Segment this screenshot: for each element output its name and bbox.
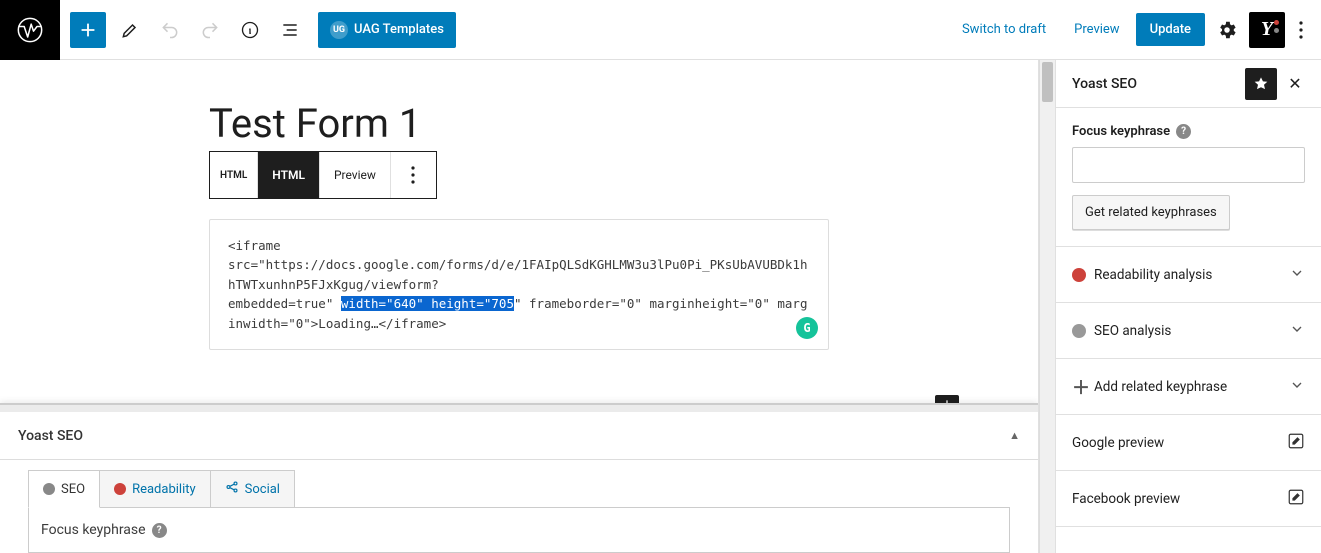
add-block-button[interactable] [70,12,106,48]
help-icon[interactable]: ? [1176,124,1191,139]
block-options-button[interactable] [390,152,436,198]
uag-badge-icon: UG [330,21,348,39]
focus-keyphrase-label: Focus keyphrase? [1072,124,1305,139]
more-options-button[interactable] [1289,21,1313,39]
redo-button[interactable] [192,12,228,48]
scrollbar-thumb[interactable] [1042,62,1053,102]
share-icon [225,480,239,498]
edit-icon [1287,432,1305,454]
status-bullet-icon [1072,324,1086,338]
code-text: <iframe [228,238,281,253]
preview-tab[interactable]: Preview [320,152,390,198]
switch-to-draft-button[interactable]: Switch to draft [950,14,1058,45]
outline-button[interactable] [272,12,308,48]
yoast-metabox: Yoast SEO ▲ SEO Readability Social Focus… [0,403,1038,553]
info-button[interactable] [232,12,268,48]
block-type-icon[interactable]: HTML [210,152,258,198]
sidebar-header: Yoast SEO ✕ [1056,60,1321,108]
sidebar-title: Yoast SEO [1072,76,1137,92]
pin-sidebar-button[interactable] [1245,68,1277,100]
code-text: embedded=true" [228,296,341,311]
uag-templates-button[interactable]: UG UAG Templates [318,12,456,48]
uag-label: UAG Templates [354,22,444,37]
code-text: src="https://docs.google.com/forms/d/e/1… [228,257,807,291]
yoast-pin-icon[interactable]: Y [1249,12,1285,48]
readability-tab[interactable]: Readability [100,470,211,508]
block-toolbar: HTML HTML Preview [209,151,437,199]
grammarly-icon[interactable]: G [796,317,818,339]
editor-content: Test Form 1 HTML HTML Preview <iframe sr… [109,60,929,350]
undo-button[interactable] [152,12,188,48]
get-related-keyphrases-button[interactable]: Get related keyphrases [1072,195,1230,230]
toolbar-right: Switch to draft Preview Update Y [950,12,1313,48]
custom-html-block[interactable]: <iframe src="https://docs.google.com/for… [209,219,829,350]
chevron-down-icon [1289,265,1305,285]
help-icon[interactable]: ? [152,523,167,538]
focus-keyphrase-input[interactable] [1072,147,1305,183]
chevron-down-icon [1289,377,1305,397]
plus-icon: ＋ [1072,374,1090,400]
focus-keyphrase-section: Focus keyphrase? Get related keyphrases [1056,108,1321,247]
edit-icon [1287,488,1305,510]
update-button[interactable]: Update [1136,13,1205,46]
google-preview-row[interactable]: Google preview [1056,415,1321,471]
readability-analysis-row[interactable]: Readability analysis [1056,247,1321,303]
page-title[interactable]: Test Form 1 [109,100,929,151]
editor-topbar: UG UAG Templates Switch to draft Preview… [0,0,1321,60]
social-tab[interactable]: Social [211,470,295,508]
edit-mode-icon[interactable] [112,12,148,48]
focus-keyphrase-label: Focus keyphrase? [41,522,997,538]
status-dot-icon [114,483,126,495]
status-dot-icon [43,483,55,495]
html-tab[interactable]: HTML [258,152,320,198]
settings-icon[interactable] [1209,12,1245,48]
editor-canvas[interactable]: Test Form 1 HTML HTML Preview <iframe sr… [0,60,1039,553]
toolbar-left: UG UAG Templates [60,12,456,48]
add-related-keyphrase-row[interactable]: ＋ Add related keyphrase [1056,359,1321,415]
yoast-tabs: SEO Readability Social [0,460,1038,508]
status-bullet-icon [1072,268,1086,282]
yoast-metabox-title: Yoast SEO [18,428,83,444]
close-sidebar-button[interactable]: ✕ [1281,74,1309,93]
editor-scrollbar[interactable] [1039,60,1055,553]
collapse-caret-icon: ▲ [1009,429,1020,442]
seo-analysis-row[interactable]: SEO analysis [1056,303,1321,359]
main-layout: Test Form 1 HTML HTML Preview <iframe sr… [0,60,1321,553]
yoast-metabox-header[interactable]: Yoast SEO ▲ [0,412,1038,460]
wordpress-logo[interactable] [0,0,60,60]
facebook-preview-row[interactable]: Facebook preview [1056,471,1321,527]
preview-button[interactable]: Preview [1062,14,1131,45]
code-selection: width="640" height="705 [341,296,514,311]
settings-sidebar: Yoast SEO ✕ Focus keyphrase? Get related… [1055,60,1321,553]
chevron-down-icon [1289,321,1305,341]
yoast-tab-content: Focus keyphrase? [28,507,1010,553]
seo-tab[interactable]: SEO [28,470,100,508]
